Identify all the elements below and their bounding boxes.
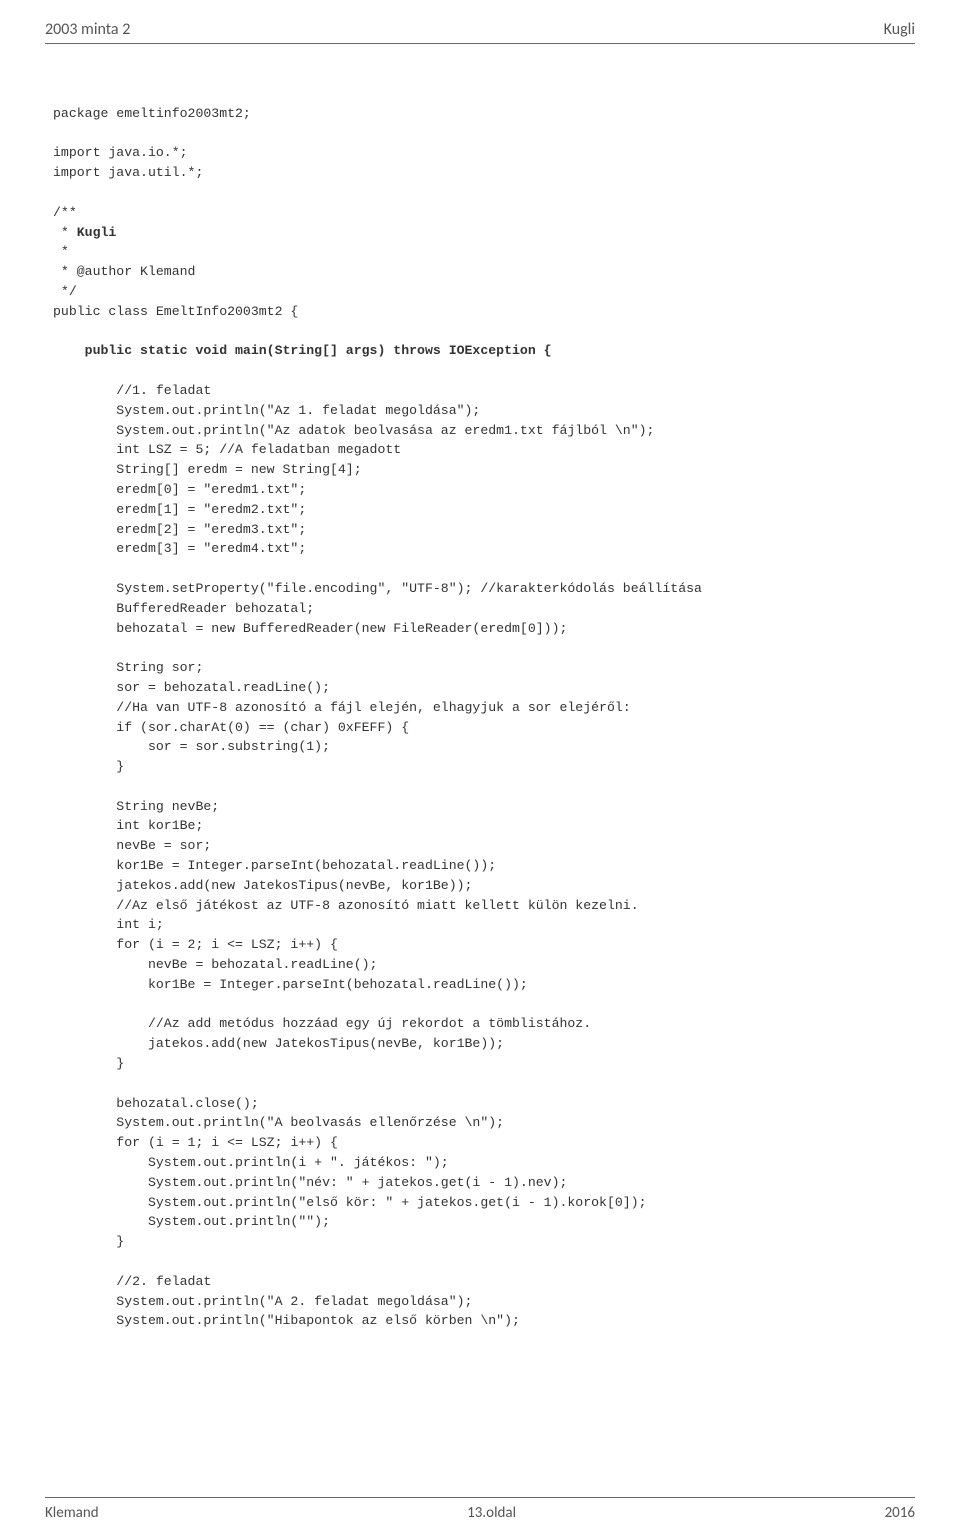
code-line: System.setProperty("file.encoding", "UTF… bbox=[53, 581, 702, 596]
code-line: int kor1Be; bbox=[53, 818, 203, 833]
code-line bbox=[53, 343, 85, 358]
code-line: eredm[0] = "eredm1.txt"; bbox=[53, 482, 306, 497]
code-line: System.out.println("A beolvasás ellenőrz… bbox=[53, 1115, 504, 1130]
footer-center: 13.oldal bbox=[467, 1504, 516, 1522]
page-footer: Klemand 13.oldal 2016 bbox=[45, 1504, 915, 1522]
footer-left: Klemand bbox=[45, 1504, 99, 1522]
code-line: import java.io.*; bbox=[53, 145, 188, 160]
code-line: behozatal = new BufferedReader(new FileR… bbox=[53, 621, 567, 636]
code-line: sor = behozatal.readLine(); bbox=[53, 680, 330, 695]
code-block: package emeltinfo2003mt2; import java.io… bbox=[45, 84, 915, 1331]
code-line: } bbox=[53, 1056, 124, 1071]
code-line: public class EmeltInfo2003mt2 { bbox=[53, 304, 298, 319]
header-right: Kugli bbox=[884, 20, 915, 39]
code-line: nevBe = sor; bbox=[53, 838, 211, 853]
code-line: int LSZ = 5; //A feladatban megadott bbox=[53, 442, 401, 457]
code-line: eredm[1] = "eredm2.txt"; bbox=[53, 502, 306, 517]
code-line: System.out.println("Az adatok beolvasása… bbox=[53, 423, 654, 438]
code-line: //Ha van UTF-8 azonosító a fájl elején, … bbox=[53, 700, 631, 715]
code-line: System.out.println("első kör: " + jateko… bbox=[53, 1195, 647, 1210]
code-line: String[] eredm = new String[4]; bbox=[53, 462, 362, 477]
code-line: import java.util.*; bbox=[53, 165, 203, 180]
code-line: eredm[2] = "eredm3.txt"; bbox=[53, 522, 306, 537]
code-bold: Kugli bbox=[77, 225, 117, 240]
code-line: kor1Be = Integer.parseInt(behozatal.read… bbox=[53, 858, 496, 873]
page-header: 2003 minta 2 Kugli bbox=[45, 20, 915, 43]
code-line: /** bbox=[53, 205, 77, 220]
code-line: int i; bbox=[53, 917, 164, 932]
code-line: String sor; bbox=[53, 660, 203, 675]
code-line: jatekos.add(new JatekosTipus(nevBe, kor1… bbox=[53, 1036, 504, 1051]
code-line: for (i = 2; i <= LSZ; i++) { bbox=[53, 937, 338, 952]
code-line: System.out.println("név: " + jatekos.get… bbox=[53, 1175, 567, 1190]
code-line: * @author Klemand bbox=[53, 264, 195, 279]
header-left: 2003 minta 2 bbox=[45, 20, 130, 39]
code-line: eredm[3] = "eredm4.txt"; bbox=[53, 541, 306, 556]
code-line: for (i = 1; i <= LSZ; i++) { bbox=[53, 1135, 338, 1150]
code-line: package emeltinfo2003mt2; bbox=[53, 106, 251, 121]
code-line: if (sor.charAt(0) == (char) 0xFEFF) { bbox=[53, 720, 409, 735]
code-line: String nevBe; bbox=[53, 799, 219, 814]
code-line: sor = sor.substring(1); bbox=[53, 739, 330, 754]
code-line: } bbox=[53, 759, 124, 774]
code-line: } bbox=[53, 1234, 124, 1249]
code-line: System.out.println(""); bbox=[53, 1214, 330, 1229]
code-line: nevBe = behozatal.readLine(); bbox=[53, 957, 377, 972]
footer-divider bbox=[45, 1497, 915, 1498]
code-line: kor1Be = Integer.parseInt(behozatal.read… bbox=[53, 977, 528, 992]
code-line: BufferedReader behozatal; bbox=[53, 601, 314, 616]
code-line: //Az add metódus hozzáad egy új rekordot… bbox=[53, 1016, 591, 1031]
code-line: //2. feladat bbox=[53, 1274, 211, 1289]
code-line: * bbox=[53, 244, 69, 259]
code-line: //Az első játékost az UTF-8 azonosító mi… bbox=[53, 898, 639, 913]
code-line: behozatal.close(); bbox=[53, 1096, 259, 1111]
code-bold: public static void main(String[] args) t… bbox=[85, 343, 552, 358]
code-line: //1. feladat bbox=[53, 383, 211, 398]
code-line: */ bbox=[53, 284, 77, 299]
code-line: jatekos.add(new JatekosTipus(nevBe, kor1… bbox=[53, 878, 472, 893]
code-line: System.out.println(i + ". játékos: "); bbox=[53, 1155, 449, 1170]
footer-right: 2016 bbox=[885, 1504, 915, 1522]
code-line: System.out.println("A 2. feladat megoldá… bbox=[53, 1294, 472, 1309]
header-divider bbox=[45, 43, 915, 44]
code-line: * bbox=[53, 225, 77, 240]
code-line: System.out.println("Hibapontok az első k… bbox=[53, 1313, 520, 1328]
code-line: System.out.println("Az 1. feladat megold… bbox=[53, 403, 480, 418]
